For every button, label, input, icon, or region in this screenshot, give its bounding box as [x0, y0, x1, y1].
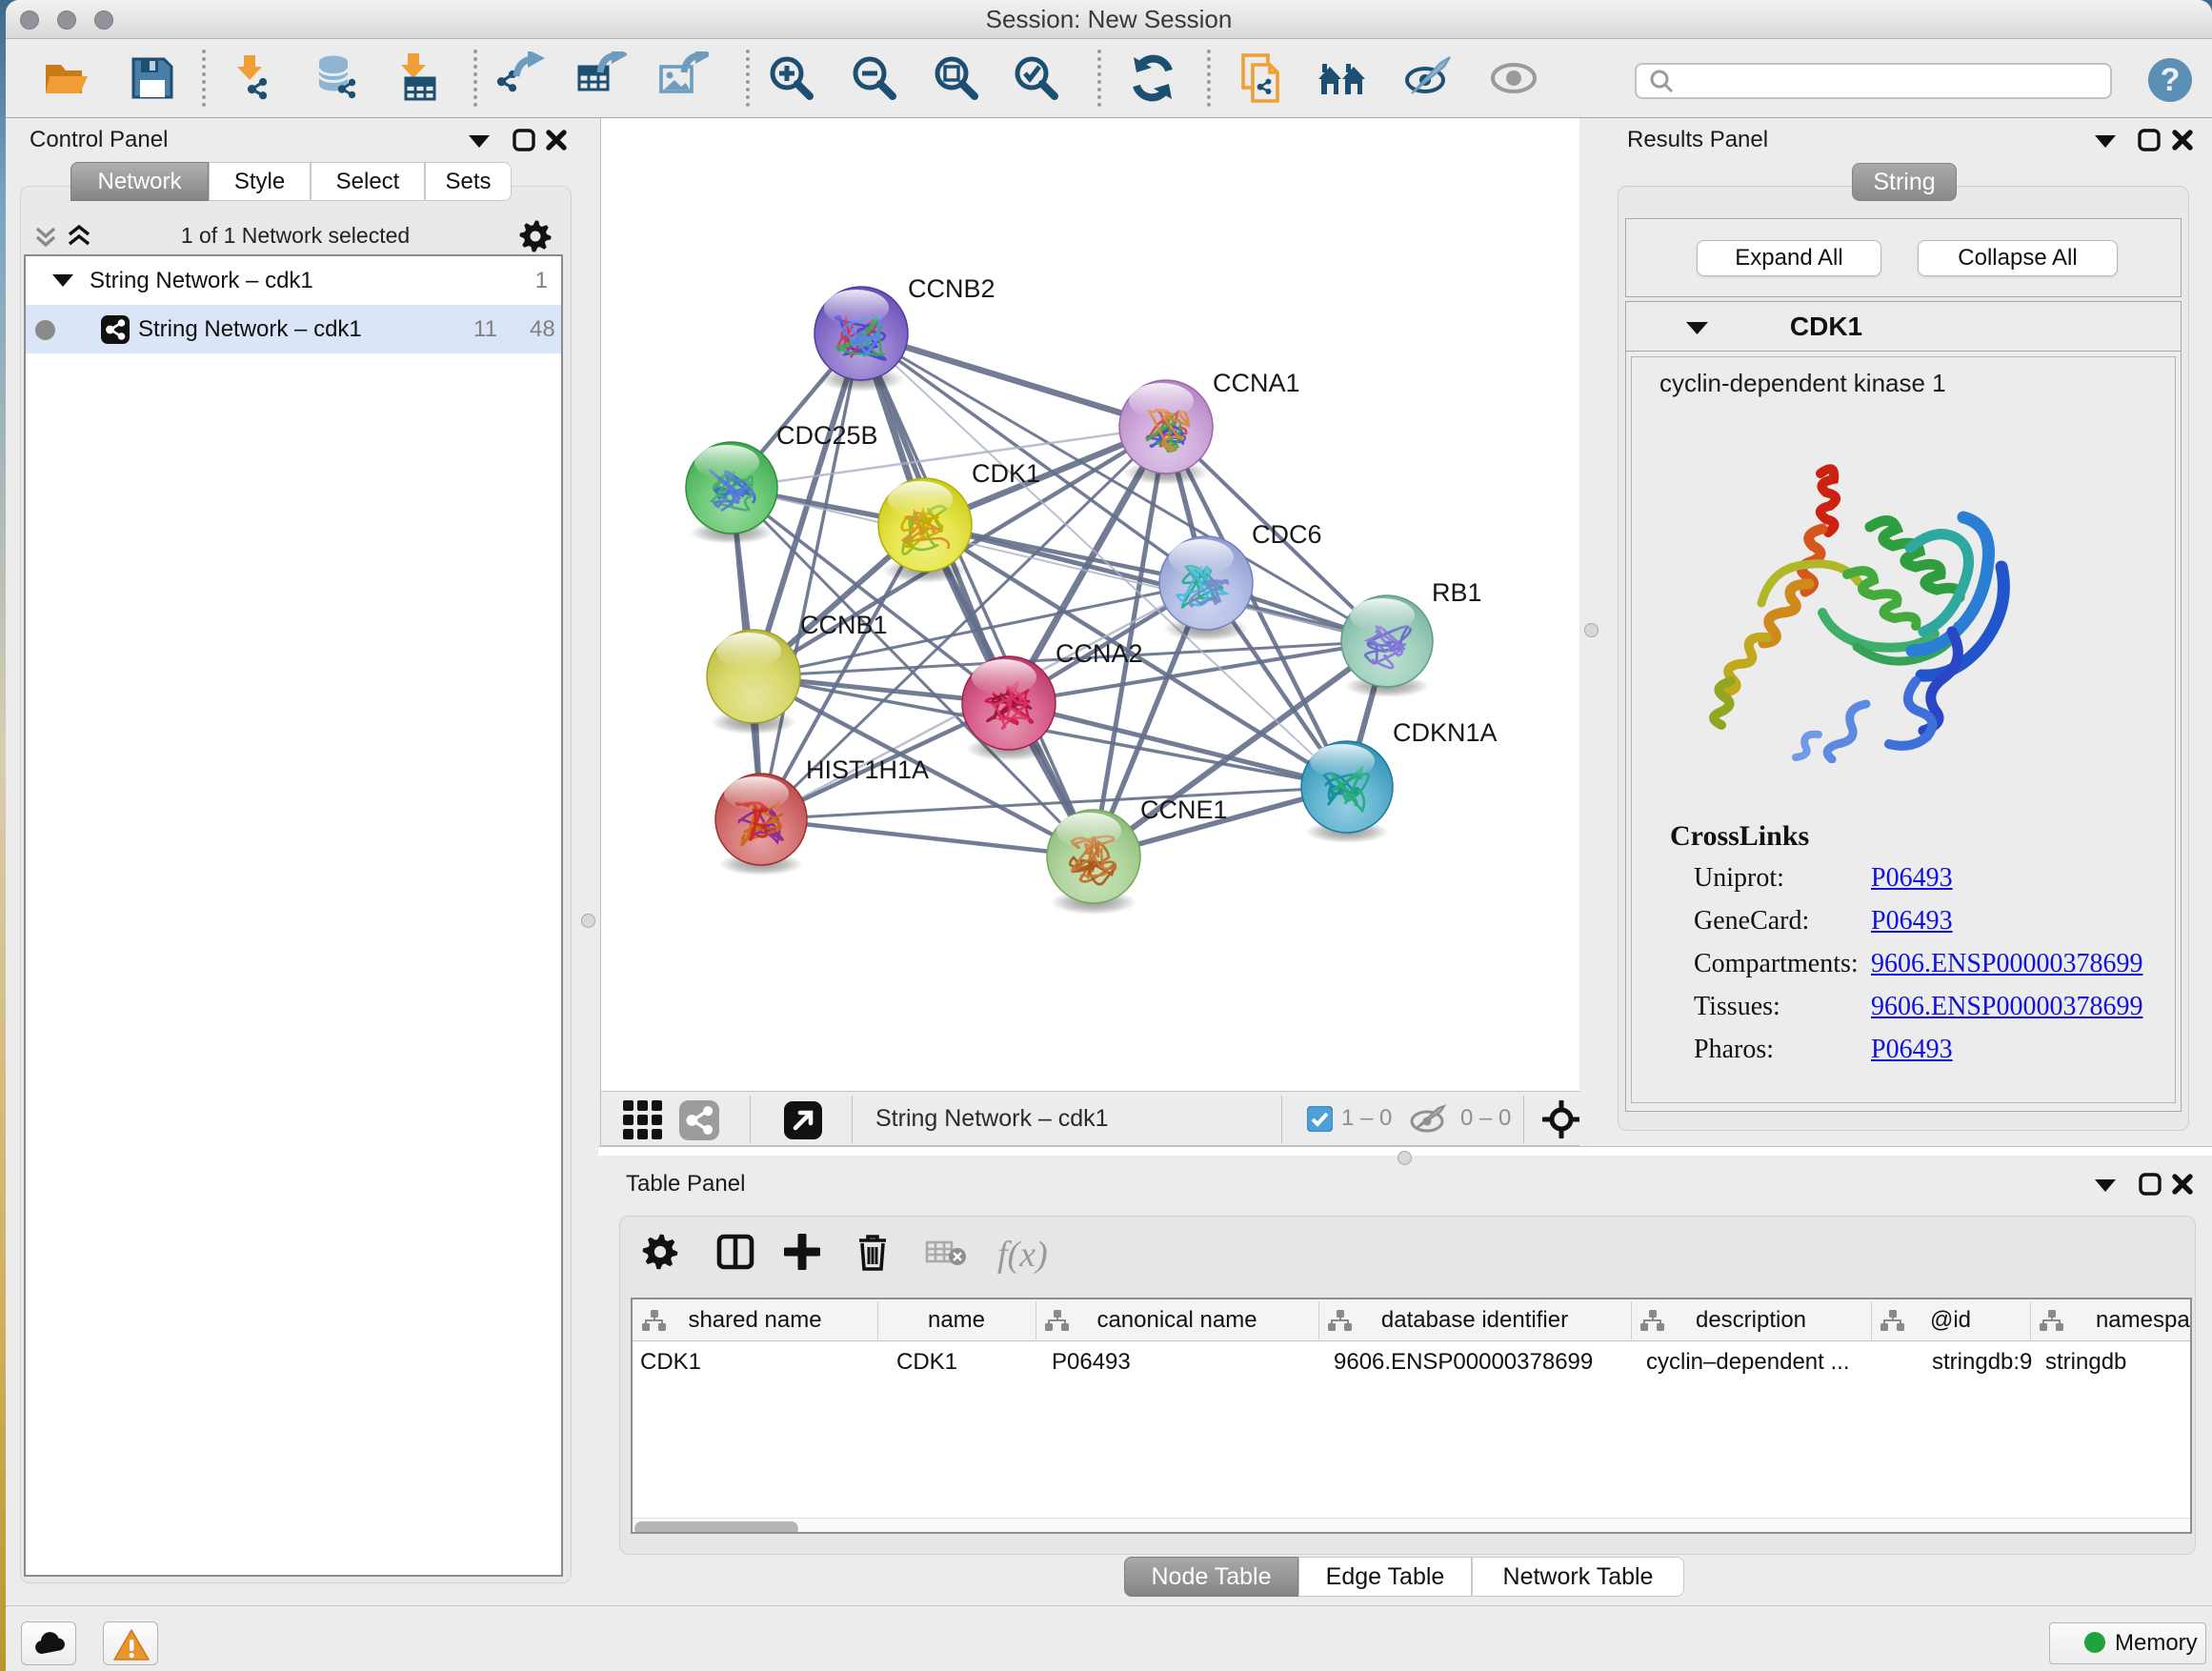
svg-text:CCNE1: CCNE1 [1140, 795, 1228, 824]
svg-text:CDC25B: CDC25B [776, 421, 878, 450]
svg-text:HIST1H1A: HIST1H1A [806, 755, 929, 784]
svg-text:CCNB1: CCNB1 [800, 611, 888, 639]
svg-text:CCNA1: CCNA1 [1213, 369, 1300, 397]
svg-text:CDK1: CDK1 [972, 459, 1040, 488]
svg-text:CCNB2: CCNB2 [908, 274, 995, 303]
svg-text:CDKN1A: CDKN1A [1393, 718, 1498, 747]
svg-text:RB1: RB1 [1432, 578, 1482, 607]
svg-text:CDC6: CDC6 [1252, 520, 1322, 549]
svg-text:CCNA2: CCNA2 [1056, 639, 1143, 668]
